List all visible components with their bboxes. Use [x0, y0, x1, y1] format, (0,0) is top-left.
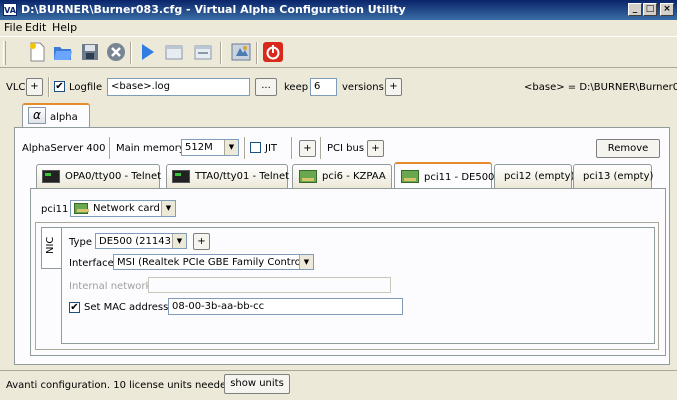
logfile-checkbox[interactable]: ✔ [54, 81, 65, 92]
tab-pci12-label: pci12 (empty) [504, 171, 575, 182]
separator [48, 77, 50, 97]
separator [109, 137, 111, 159]
keep-input[interactable]: 6 [310, 78, 337, 96]
pci-slot-select[interactable]: Network card ▼ [70, 200, 176, 217]
tab-pci6-label: pci6 - KZPAA [322, 171, 386, 182]
jit-label: JIT [265, 143, 278, 154]
versions-label: versions [342, 82, 384, 93]
add-vlc-button[interactable]: + [26, 78, 43, 96]
toolbar-separator [220, 42, 222, 64]
tab-pci11[interactable]: pci11 - DE500 [394, 162, 495, 190]
memory-select[interactable]: 512M ▼ [181, 139, 239, 156]
memory-value: 512M [185, 142, 213, 153]
base-info: <base> = D:\BURNER\Burner083 [524, 82, 677, 93]
keep-label: keep [284, 82, 309, 93]
logfile-label: Logfile [69, 82, 103, 93]
jit-checkbox[interactable] [250, 142, 261, 153]
open-folder-icon[interactable] [52, 41, 74, 63]
nic-side-tab[interactable]: NIC [41, 227, 61, 269]
type-label: Type [69, 237, 92, 248]
toolbar-separator [130, 42, 132, 64]
tab-tta0-label: TTA0/tty01 - Telnet [195, 171, 290, 182]
chevron-down-icon[interactable]: ▼ [299, 255, 313, 269]
title-bar: VA D:\BURNER\Burner083.cfg - Virtual Alp… [0, 0, 677, 20]
browse-button[interactable]: ... [255, 78, 277, 96]
chevron-down-icon[interactable]: ▼ [172, 234, 186, 248]
tab-pci12[interactable]: pci12 (empty) [494, 164, 575, 188]
logfile-input[interactable]: <base>.log [107, 78, 250, 96]
interface-select[interactable]: MSI (Realtek PCIe GBE Family Controller)… [113, 254, 314, 270]
interface-label: Interface [69, 258, 114, 269]
tab-tta0[interactable]: TTA0/tty01 - Telnet [166, 164, 290, 188]
separator [244, 137, 246, 159]
tab-pci6[interactable]: pci6 - KZPAA [292, 164, 392, 188]
tab-alpha-cpu[interactable]: α alpha [22, 103, 90, 128]
internal-network-label: Internal network [69, 281, 152, 292]
mac-address-input[interactable]: 08-00-3b-aa-bb-cc [168, 298, 403, 315]
tab-pci13[interactable]: pci13 (empty) [573, 164, 654, 188]
separator [291, 137, 293, 159]
status-text: Avanti configuration. 10 license units n… [6, 380, 236, 391]
tab-opa0[interactable]: OPA0/tty00 - Telnet [36, 164, 162, 188]
close-button[interactable]: × [660, 3, 674, 16]
pci-card-icon [299, 170, 317, 183]
nic-type-select[interactable]: DE500 (21143) ▼ [95, 233, 187, 249]
terminal-icon [42, 170, 60, 183]
menu-edit[interactable]: Edit [25, 21, 46, 34]
window-icon[interactable] [163, 41, 185, 63]
pci-slot-label: pci11 [41, 204, 69, 215]
menu-help[interactable]: Help [52, 21, 77, 34]
memory-label: Main memory: [116, 143, 188, 154]
maximize-button[interactable]: □ [643, 3, 657, 16]
tab-opa0-label: OPA0/tty00 - Telnet [65, 171, 162, 182]
set-mac-checkbox[interactable]: ✔ [69, 302, 80, 313]
settings-icon[interactable] [230, 41, 252, 63]
add-nic-type-button[interactable]: + [193, 233, 210, 250]
tab-pci13-label: pci13 (empty) [583, 171, 654, 182]
menu-bar: File Edit Help [0, 20, 677, 35]
menu-file[interactable]: File [4, 21, 22, 34]
add-version-button[interactable]: + [385, 78, 402, 96]
nic-type-value: DE500 (21143) [99, 236, 175, 247]
add-pci-bus-button[interactable]: + [367, 140, 384, 157]
power-icon[interactable] [262, 41, 284, 63]
alpha-cpu-icon: α [28, 107, 46, 124]
new-file-icon[interactable] [26, 41, 48, 63]
app-icon: VA [3, 3, 17, 16]
tab-pci11-label: pci11 - DE500 [424, 172, 495, 183]
status-bar: Avanti configuration. 10 license units n… [0, 370, 677, 400]
pci-bus-label: PCI bus [327, 143, 365, 154]
network-card-icon [74, 203, 89, 214]
chevron-down-icon[interactable]: ▼ [161, 201, 175, 216]
minimize-button[interactable]: _ [628, 3, 642, 16]
save-disk-icon[interactable] [79, 41, 101, 63]
add-jit-button[interactable]: + [299, 140, 316, 157]
vlc-label: VLC [6, 82, 26, 93]
show-units-button[interactable]: show units [224, 374, 290, 394]
window-title: D:\BURNER\Burner083.cfg - Virtual Alpha … [21, 3, 406, 16]
separator [320, 137, 322, 159]
toolbar [0, 36, 677, 68]
window-alt-icon[interactable] [192, 41, 214, 63]
nic-side-label: NIC [45, 236, 56, 254]
system-model: AlphaServer 400 [22, 143, 106, 154]
run-play-icon[interactable] [136, 41, 158, 63]
toolbar-separator [256, 42, 258, 64]
chevron-down-icon[interactable]: ▼ [224, 140, 238, 155]
terminal-icon [172, 170, 190, 183]
pci-slot-value: Network card [93, 203, 160, 214]
interface-value: MSI (Realtek PCIe GBE Family Controller) [117, 257, 314, 268]
pci-card-icon [401, 170, 419, 183]
close-circle-icon[interactable] [105, 41, 127, 63]
set-mac-label: Set MAC address [84, 302, 169, 313]
remove-button[interactable]: Remove [596, 139, 660, 158]
internal-network-input[interactable] [148, 277, 391, 293]
tab-alpha-label: alpha [50, 112, 78, 123]
toolbar-grip [3, 41, 6, 65]
